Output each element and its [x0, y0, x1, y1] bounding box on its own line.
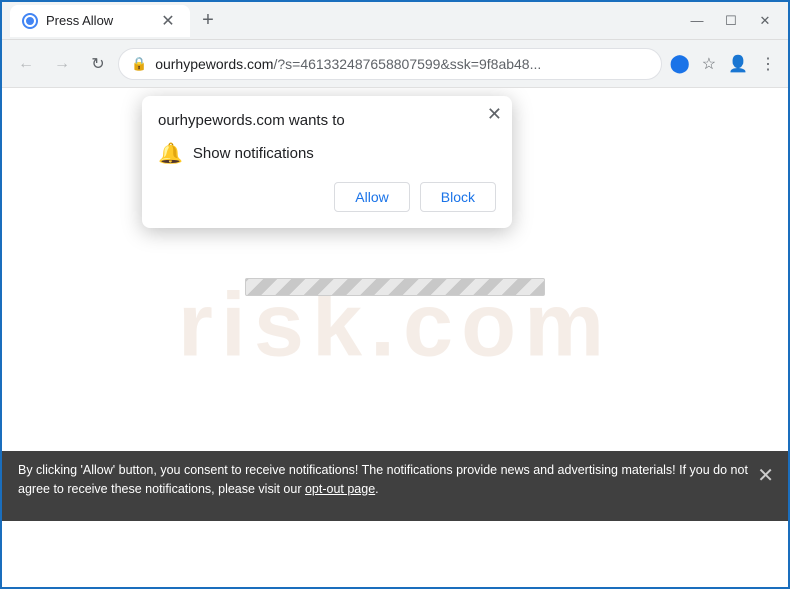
- bookmark-icon[interactable]: ☆: [698, 50, 720, 78]
- tab-favicon: [22, 13, 38, 29]
- address-bar: ← → ↻ 🔒 ourhypewords.com/?s=461332487658…: [2, 40, 788, 88]
- loading-bar-container: [245, 278, 545, 296]
- allow-button[interactable]: Allow: [334, 182, 409, 212]
- browser-content: risk.com risk Click the «Allow» button t…: [2, 88, 788, 521]
- window-controls: — ☐ ✕: [682, 6, 780, 36]
- profile-icon[interactable]: 👤: [724, 50, 752, 78]
- block-button[interactable]: Block: [420, 182, 496, 212]
- footer-bar: By clicking 'Allow' button, you consent …: [2, 451, 788, 521]
- footer-text: By clicking 'Allow' button, you consent …: [18, 461, 748, 499]
- popup-buttons: Allow Block: [158, 182, 496, 212]
- new-tab-button[interactable]: +: [194, 7, 222, 35]
- popup-close-button[interactable]: ✕: [487, 104, 502, 125]
- footer-text-after: .: [375, 482, 378, 496]
- url-bar[interactable]: 🔒 ourhypewords.com/?s=461332487658807599…: [118, 48, 662, 80]
- title-bar: Press Allow ✕ + — ☐ ✕: [2, 2, 788, 40]
- maximize-button[interactable]: ☐: [716, 6, 746, 36]
- minimize-button[interactable]: —: [682, 6, 712, 36]
- menu-icon[interactable]: ⋮: [756, 50, 780, 78]
- extensions-area: ⬤: [666, 50, 694, 78]
- permission-text: Show notifications: [193, 145, 314, 162]
- popup-permission-row: 🔔 Show notifications: [158, 141, 496, 166]
- opt-out-link[interactable]: opt-out page: [305, 482, 375, 496]
- refresh-button[interactable]: ↻: [82, 48, 114, 80]
- footer-text-before: By clicking 'Allow' button, you consent …: [18, 463, 748, 496]
- bell-icon: 🔔: [158, 141, 183, 166]
- back-button[interactable]: ←: [10, 48, 42, 80]
- url-domain: ourhypewords.com: [155, 56, 273, 72]
- url-text: ourhypewords.com/?s=461332487658807599&s…: [155, 56, 649, 72]
- lock-icon: 🔒: [131, 56, 147, 72]
- url-path: /?s=461332487658807599&ssk=9f8ab48...: [273, 56, 541, 72]
- tab-close-button[interactable]: ✕: [158, 11, 178, 31]
- tab-title: Press Allow: [46, 13, 150, 28]
- popup-title: ourhypewords.com wants to: [158, 112, 496, 129]
- notification-popup: ✕ ourhypewords.com wants to 🔔 Show notif…: [142, 96, 512, 228]
- forward-button[interactable]: →: [46, 48, 78, 80]
- coupon-icon[interactable]: ⬤: [666, 50, 694, 78]
- browser-tab[interactable]: Press Allow ✕: [10, 5, 190, 37]
- close-button[interactable]: ✕: [750, 6, 780, 36]
- loading-bar: [245, 278, 545, 296]
- footer-close-button[interactable]: ✕: [757, 461, 774, 491]
